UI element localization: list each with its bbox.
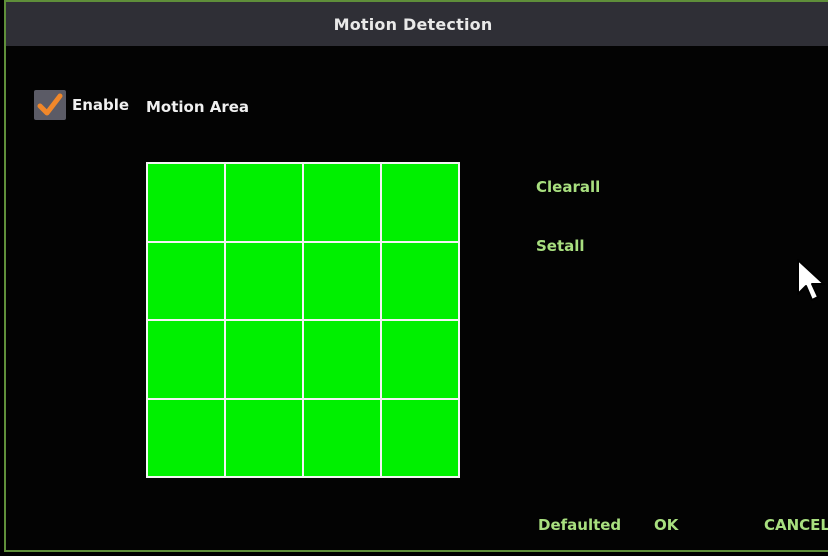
setall-button[interactable]: Setall	[536, 237, 585, 255]
motion-area-cell[interactable]	[148, 164, 224, 241]
motion-detection-dialog: Motion Detection Enable Motion Area Clea…	[4, 0, 828, 552]
motion-area-cell[interactable]	[226, 321, 302, 398]
dialog-title: Motion Detection	[333, 14, 493, 34]
motion-area-cell[interactable]	[304, 164, 380, 241]
checkmark-icon	[37, 93, 63, 116]
defaulted-button[interactable]: Defaulted	[538, 516, 621, 534]
motion-area-label: Motion Area	[146, 98, 250, 116]
motion-area-cell[interactable]	[148, 242, 224, 319]
motion-area-cell[interactable]	[226, 399, 302, 476]
motion-area-cell[interactable]	[382, 164, 458, 241]
motion-area-cell[interactable]	[304, 242, 380, 319]
enable-checkbox[interactable]	[34, 90, 66, 120]
ok-button[interactable]: OK	[654, 516, 678, 534]
motion-area-grid[interactable]	[146, 162, 460, 478]
clearall-button[interactable]: Clearall	[536, 178, 600, 196]
cancel-button[interactable]: CANCEL	[764, 516, 828, 534]
enable-label: Enable	[72, 96, 130, 114]
motion-area-cell[interactable]	[226, 242, 302, 319]
motion-area-cell[interactable]	[382, 321, 458, 398]
motion-area-cell[interactable]	[382, 399, 458, 476]
title-bar: Motion Detection	[6, 2, 828, 46]
motion-area-cell[interactable]	[226, 164, 302, 241]
motion-area-cell[interactable]	[148, 399, 224, 476]
motion-area-cell[interactable]	[148, 321, 224, 398]
motion-area-cell[interactable]	[304, 399, 380, 476]
motion-area-cell[interactable]	[304, 321, 380, 398]
mouse-cursor-icon	[797, 259, 825, 301]
motion-area-cell[interactable]	[382, 242, 458, 319]
